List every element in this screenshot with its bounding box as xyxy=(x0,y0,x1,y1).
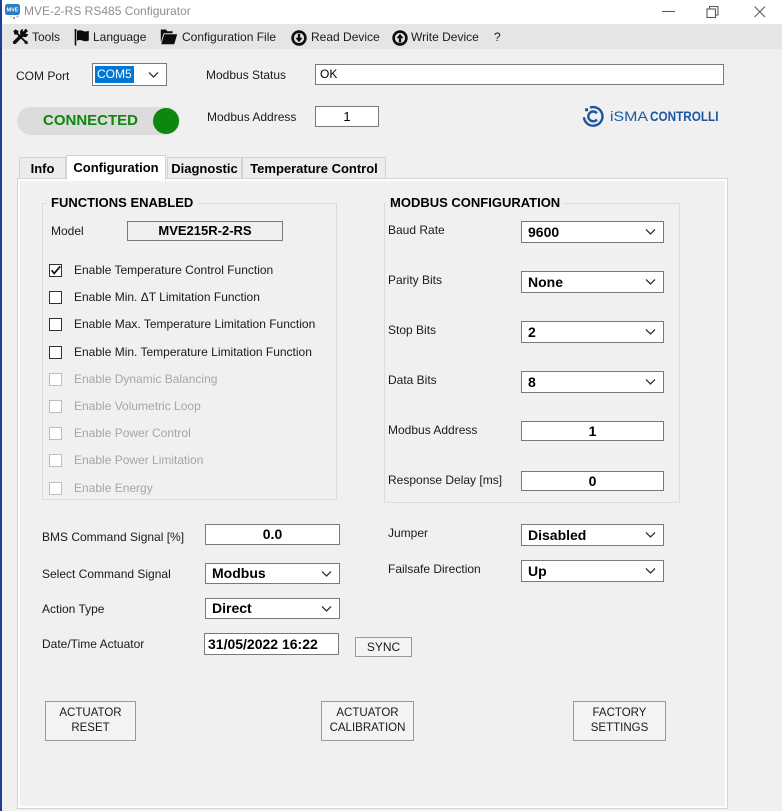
svg-text:iSMA: iSMA xyxy=(610,109,648,124)
svg-text:CONTROLLI: CONTROLLI xyxy=(650,109,719,124)
svg-text:MVE: MVE xyxy=(7,8,19,14)
